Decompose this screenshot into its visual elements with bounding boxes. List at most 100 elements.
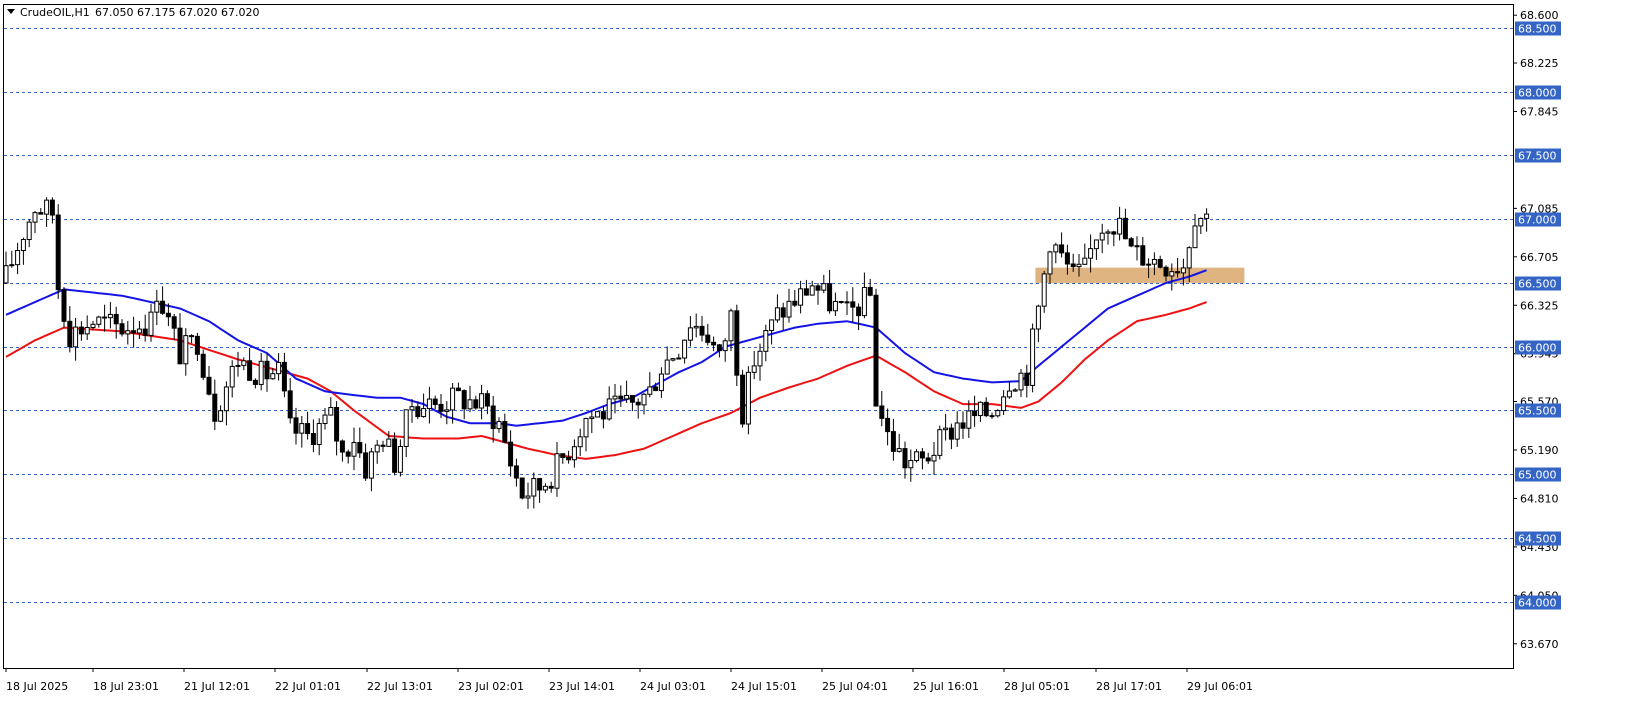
x-tick-label: 29 Jul 06:01 [1187, 680, 1253, 693]
candle-body [1128, 238, 1134, 247]
price-chart[interactable]: 68.60068.22567.84567.08566.70566.32565.9… [0, 0, 1651, 705]
candle-body [566, 456, 572, 461]
candle-body [160, 300, 166, 314]
candle-body [896, 448, 902, 452]
candle-body [1140, 245, 1146, 266]
candle-body [1157, 258, 1163, 268]
candle[interactable] [937, 425, 943, 460]
candle[interactable] [1041, 270, 1047, 313]
candle-body [1180, 267, 1186, 274]
candle-body [409, 406, 415, 411]
candle[interactable] [873, 288, 879, 407]
candle-body [879, 405, 885, 419]
candle-body [1070, 263, 1076, 268]
x-tick-label: 23 Jul 02:01 [458, 680, 524, 693]
zone-rect[interactable] [1035, 267, 1245, 283]
x-tick-label: 22 Jul 01:01 [275, 680, 341, 693]
candle-body [351, 442, 357, 457]
candle-body [473, 399, 479, 409]
candle-body [867, 286, 873, 296]
candle-body [438, 403, 444, 412]
candle-body [1122, 217, 1128, 240]
candle-body [444, 409, 450, 412]
candle-body [919, 451, 925, 459]
candle-body [235, 364, 241, 367]
y-tick-label: 67.845 [1520, 105, 1559, 118]
x-tick-label: 18 Jul 23:01 [93, 680, 159, 693]
level-tag-label: 64.500 [1518, 533, 1557, 546]
candle-body [148, 311, 154, 336]
candle[interactable] [392, 432, 398, 476]
candle-body [624, 394, 630, 400]
candle-body [740, 374, 746, 425]
candle-body [322, 414, 328, 425]
candle-body [293, 417, 299, 434]
candle-body [73, 326, 79, 348]
candle-body [948, 427, 954, 440]
candle-body [479, 393, 485, 409]
x-tick-label: 23 Jul 14:01 [549, 680, 615, 693]
candle[interactable] [61, 286, 67, 328]
candle-body [943, 427, 949, 431]
candle-body [1035, 305, 1041, 330]
x-tick-label: 28 Jul 17:01 [1096, 680, 1162, 693]
level-tag-label: 68.000 [1518, 87, 1557, 100]
candle-body [380, 444, 386, 447]
candle-body [537, 478, 543, 491]
candle-body [229, 365, 235, 388]
candle-body [890, 431, 896, 452]
candle[interactable] [595, 410, 601, 418]
symbol-label: CrudeOIL,H1 [20, 6, 90, 19]
candle-body [287, 390, 293, 419]
candle-body [1192, 225, 1198, 249]
candle-body [334, 407, 340, 442]
x-tick-label: 22 Jul 13:01 [367, 680, 433, 693]
y-tick-label: 64.810 [1520, 492, 1559, 505]
candle[interactable] [200, 349, 206, 381]
candle-body [299, 423, 305, 434]
candle-body [455, 387, 461, 392]
candle-body [908, 460, 914, 469]
candle-body [305, 423, 311, 435]
candle[interactable] [740, 369, 746, 428]
candle-body [821, 283, 827, 291]
candle[interactable] [734, 304, 740, 386]
candle[interactable] [55, 204, 61, 299]
candle-body [90, 323, 96, 329]
ohlc-readout: 67.050 67.175 67.020 67.020 [95, 6, 259, 19]
level-tag-label: 66.500 [1518, 278, 1557, 291]
candle-body [693, 325, 699, 329]
candle-body [1024, 372, 1030, 386]
candle-body [26, 221, 32, 241]
candle-body [1076, 263, 1082, 268]
candle-body [1146, 263, 1152, 266]
candle-body [1169, 271, 1175, 277]
y-tick-label: 66.705 [1520, 251, 1559, 264]
candle-body [55, 214, 61, 291]
candle-body [745, 371, 751, 425]
candle-body [954, 422, 960, 440]
candle[interactable] [1030, 323, 1036, 393]
candle-body [421, 408, 427, 418]
candle-body [44, 199, 50, 215]
candle-body [32, 212, 38, 223]
candle-body [716, 344, 722, 352]
candle-body [78, 326, 84, 335]
candle-body [136, 328, 142, 334]
candle-body [989, 415, 995, 418]
candle[interactable] [1128, 237, 1134, 248]
candle-body [780, 307, 786, 318]
candle[interactable] [519, 477, 525, 500]
candle-body [96, 316, 102, 325]
candle-body [241, 360, 247, 366]
candle-body [612, 395, 618, 400]
candle-body [960, 422, 966, 429]
candle-body [363, 452, 369, 479]
candle-body [310, 433, 316, 445]
candle[interactable] [745, 366, 751, 435]
candle-body [664, 359, 670, 375]
level-tag-label: 65.000 [1518, 469, 1557, 482]
candle-body [763, 330, 769, 352]
candle-body [368, 451, 374, 479]
candle-body [885, 417, 891, 433]
